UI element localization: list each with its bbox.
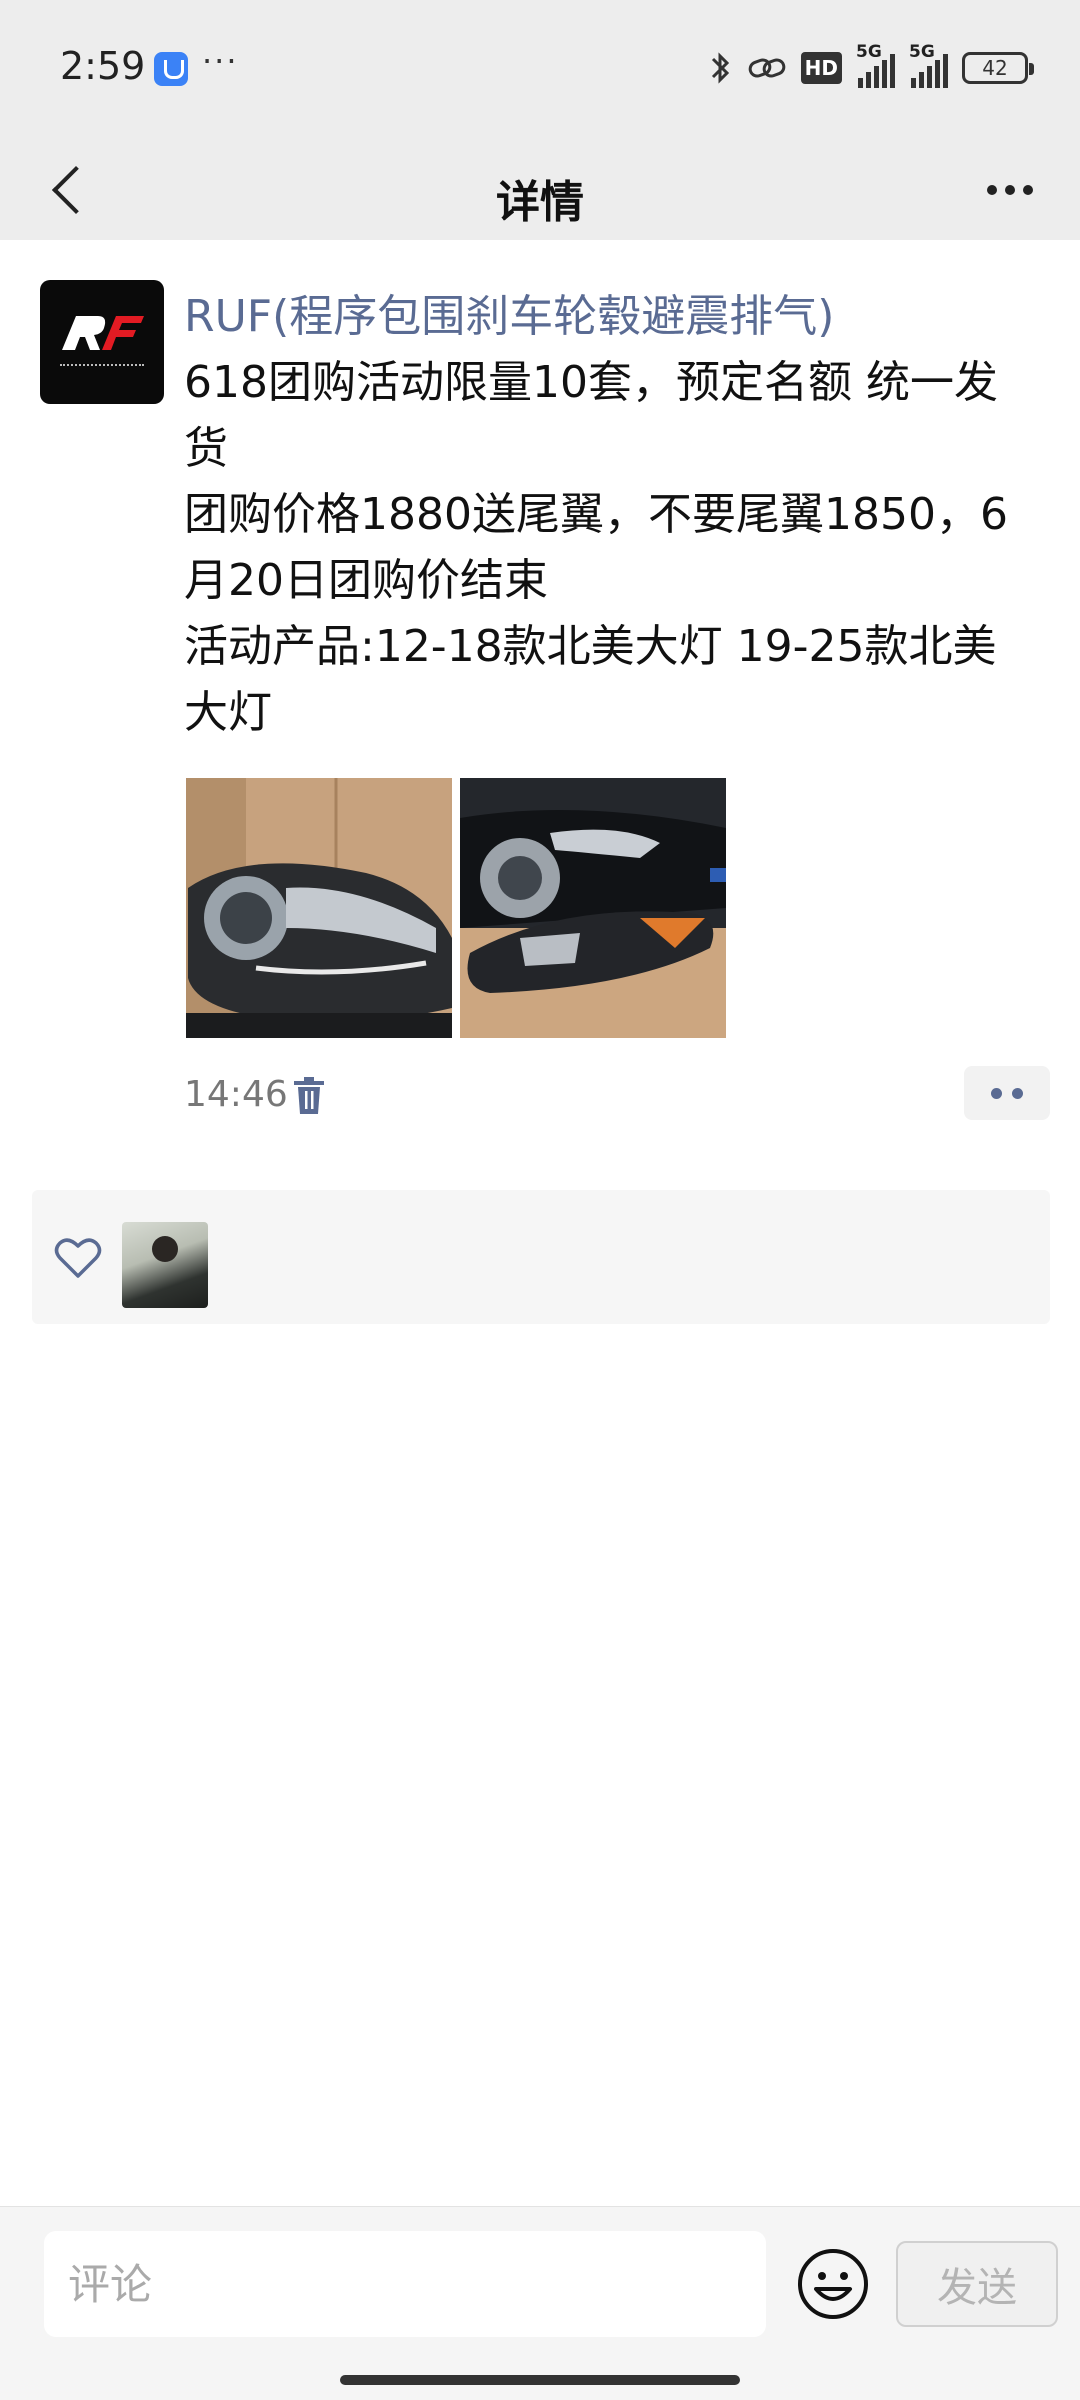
signal-icon-2: 5G xyxy=(909,42,948,88)
emoji-icon[interactable] xyxy=(796,2247,870,2321)
link-icon xyxy=(748,58,785,78)
like-comment-menu-button[interactable] xyxy=(964,1066,1050,1120)
author-name-link[interactable]: RUF(程序包围刹车轮毂避震排气) xyxy=(184,280,834,344)
likes-section xyxy=(32,1190,1050,1324)
navigation-bar: 详情 xyxy=(0,140,1080,240)
ruf-logo xyxy=(62,316,144,350)
status-icons: HD 5G 5G 42 xyxy=(709,42,1034,88)
comment-input[interactable] xyxy=(44,2231,766,2337)
menu-dot-icon xyxy=(991,1087,1002,1099)
post-content: 618团购活动限量10套，预定名额 统一发货 团购价格1880送尾翼，不要尾翼1… xyxy=(184,350,1034,746)
signal-icon: 5G xyxy=(856,42,895,88)
status-time: 2:59 xyxy=(60,44,146,88)
post-timestamp: 14:46 xyxy=(184,1074,288,1115)
post-line: 团购价格1880送尾翼，不要尾翼1850，6月20日团购价结束 xyxy=(184,489,1008,606)
delete-icon[interactable] xyxy=(292,1076,326,1116)
send-button[interactable]: 发送 xyxy=(896,2241,1058,2327)
photo-grid xyxy=(186,778,726,1038)
more-options-button[interactable] xyxy=(970,160,1050,220)
battery-icon: 42 xyxy=(962,52,1034,84)
logo-tagline xyxy=(60,364,144,368)
comment-bar: 发送 xyxy=(0,2206,1080,2400)
hd-icon: HD xyxy=(800,52,842,84)
post-photo[interactable] xyxy=(186,778,452,1038)
more-dot-icon xyxy=(1023,185,1033,195)
more-dot-icon xyxy=(987,185,997,195)
bluetooth-icon xyxy=(711,52,729,84)
top-area: 2:59 ··· HD 5G 5G 42 详情 xyxy=(0,0,1080,240)
headlight-photo-1 xyxy=(186,778,452,1038)
home-indicator[interactable] xyxy=(340,2375,740,2385)
app-notification-icon xyxy=(154,52,188,86)
status-bar: 2:59 ··· HD 5G 5G 42 xyxy=(0,0,1080,140)
menu-dot-icon xyxy=(1012,1087,1023,1099)
headlight-photo-2 xyxy=(460,778,726,1038)
page-title: 详情 xyxy=(496,177,584,228)
liker-avatar[interactable] xyxy=(122,1222,208,1308)
heart-icon xyxy=(54,1238,102,1278)
more-dot-icon xyxy=(1005,185,1015,195)
post-line: 活动产品:12-18款北美大灯 19-25款北美大灯 xyxy=(184,621,997,738)
post-photo[interactable] xyxy=(460,778,726,1038)
post-line: 618团购活动限量10套，预定名额 统一发货 xyxy=(184,357,998,474)
status-overflow: ··· xyxy=(202,42,239,80)
author-avatar[interactable] xyxy=(40,280,164,404)
